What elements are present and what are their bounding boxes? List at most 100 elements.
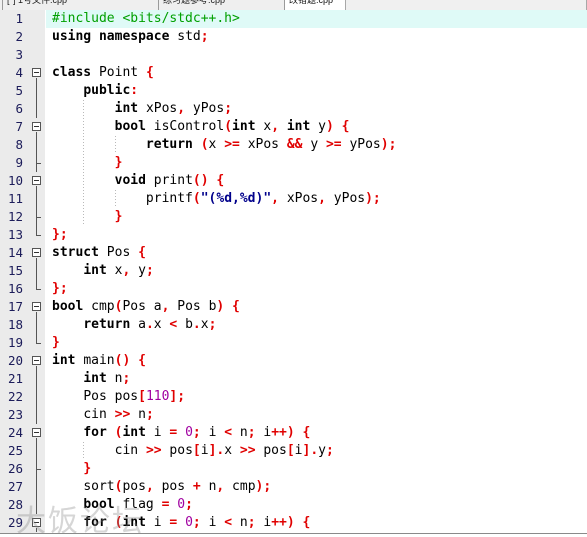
code-text[interactable]: Pos pos[110]; bbox=[46, 388, 587, 406]
code-line[interactable]: 27 sort(pos, pos + n, cmp); bbox=[0, 478, 587, 496]
code-line[interactable]: 8 return (x >= xPos && y >= yPos); bbox=[0, 136, 587, 154]
fold-line bbox=[36, 478, 37, 496]
editor-tab-1[interactable]: 练习题参考.cpp bbox=[158, 0, 288, 10]
fold-toggle-icon[interactable] bbox=[32, 302, 41, 311]
code-text[interactable]: public: bbox=[46, 82, 587, 100]
code-text[interactable]: bool cmp(Pos a, Pos b) { bbox=[46, 298, 587, 316]
code-text[interactable]: return (x >= xPos && y >= yPos); bbox=[46, 136, 587, 154]
line-number: 19 bbox=[7, 335, 23, 350]
line-number: 7 bbox=[15, 119, 23, 134]
code-text[interactable]: } bbox=[46, 208, 587, 226]
fold-toggle-icon[interactable] bbox=[32, 68, 41, 77]
code-line[interactable]: 26 } bbox=[0, 460, 587, 478]
fold-branch bbox=[36, 469, 41, 470]
code-text[interactable]: for (int i = 0; i < n; i++) { bbox=[46, 514, 587, 532]
code-text[interactable]: } bbox=[46, 460, 587, 478]
code-line[interactable]: 3 bbox=[0, 46, 587, 64]
fold-toggle-icon[interactable] bbox=[32, 428, 41, 437]
line-number: 8 bbox=[15, 137, 23, 152]
editor-tab-0[interactable]: [*] 1号文件.cpp bbox=[2, 0, 162, 10]
code-line[interactable]: 18 return a.x < b.x; bbox=[0, 316, 587, 334]
code-text[interactable]: bool isControl(int x, int y) { bbox=[46, 118, 587, 136]
code-text[interactable]: int xPos, yPos; bbox=[46, 100, 587, 118]
code-line[interactable]: 4 class Point { bbox=[0, 64, 587, 82]
editor-body[interactable]: 1 #include <bits/stdc++.h> 2 using namespac… bbox=[0, 10, 587, 533]
code-text[interactable]: void print() { bbox=[46, 172, 587, 190]
code-line[interactable]: 5 public: bbox=[0, 82, 587, 100]
code-text[interactable]: printf("(%d,%d)", xPos, yPos); bbox=[46, 190, 587, 208]
code-text[interactable]: int main() { bbox=[46, 352, 587, 370]
fold-toggle-icon[interactable] bbox=[32, 122, 41, 131]
code-line[interactable]: 10 void print() { bbox=[0, 172, 587, 190]
line-number: 1 bbox=[0, 10, 23, 28]
fold-line bbox=[36, 100, 37, 118]
code-text[interactable]: class Point { bbox=[46, 64, 587, 82]
code-line[interactable]: 15 int x, y; bbox=[0, 262, 587, 280]
code-editor-window: [*] 1号文件.cpp 练习题参考.cpp 改错题.cpp 1 #include… bbox=[0, 0, 587, 537]
fold-toggle-icon[interactable] bbox=[32, 356, 41, 365]
fold-line bbox=[36, 406, 37, 424]
code-text[interactable]: cin >> pos[i].x >> pos[i].y; bbox=[46, 442, 587, 460]
editor-bottom-border bbox=[0, 533, 587, 537]
code-text[interactable]: #include <bits/stdc++.h> bbox=[46, 10, 587, 28]
fold-line bbox=[36, 136, 37, 154]
code-text[interactable]: } bbox=[46, 334, 587, 352]
code-line[interactable]: 23 cin >> n; bbox=[0, 406, 587, 424]
code-text[interactable]: struct Pos { bbox=[46, 244, 587, 262]
code-line[interactable]: 25 cin >> pos[i].x >> pos[i].y; bbox=[0, 442, 587, 460]
fold-line bbox=[36, 190, 37, 208]
fold-line bbox=[36, 388, 37, 406]
fold-end bbox=[36, 226, 41, 236]
code-line[interactable]: 19} bbox=[0, 334, 587, 352]
line-number: 16 bbox=[7, 281, 23, 296]
code-line[interactable]: 7 bool isControl(int x, int y) { bbox=[0, 118, 587, 136]
editor-tab-strip: [*] 1号文件.cpp 练习题参考.cpp 改错题.cpp bbox=[0, 0, 587, 10]
code-line[interactable]: 14 struct Pos { bbox=[0, 244, 587, 262]
line-number: 6 bbox=[15, 101, 23, 116]
code-text[interactable]: int x, y; bbox=[46, 262, 587, 280]
code-line[interactable]: 1 #include <bits/stdc++.h> bbox=[0, 10, 587, 28]
line-number: 18 bbox=[7, 317, 23, 332]
code-text[interactable]: int n; bbox=[46, 370, 587, 388]
code-line[interactable]: 9 } bbox=[0, 154, 587, 172]
fold-line bbox=[36, 262, 37, 280]
code-line[interactable]: 17 bool cmp(Pos a, Pos b) { bbox=[0, 298, 587, 316]
code-text[interactable]: } bbox=[46, 154, 587, 172]
fold-toggle-icon[interactable] bbox=[32, 518, 41, 527]
code-line[interactable]: 21 int n; bbox=[0, 370, 587, 388]
fold-branch bbox=[36, 163, 41, 164]
code-line[interactable]: 6 int xPos, yPos; bbox=[0, 100, 587, 118]
code-text[interactable]: return a.x < b.x; bbox=[46, 316, 587, 334]
fold-line bbox=[36, 442, 37, 460]
code-line[interactable]: 16}; bbox=[0, 280, 587, 298]
code-line[interactable]: 28 bool flag = 0; bbox=[0, 496, 587, 514]
code-text[interactable]: cin >> n; bbox=[46, 406, 587, 424]
code-line[interactable]: 11 printf("(%d,%d)", xPos, yPos); bbox=[0, 190, 587, 208]
code-line[interactable]: 29 for (int i = 0; i < n; i++) { bbox=[0, 514, 587, 532]
code-text[interactable]: }; bbox=[46, 280, 587, 298]
code-text[interactable]: using namespace std; bbox=[46, 28, 587, 46]
fold-toggle-icon[interactable] bbox=[32, 248, 41, 257]
fold-toggle-icon[interactable] bbox=[32, 176, 41, 185]
code-line[interactable]: 20 int main() { bbox=[0, 352, 587, 370]
fold-line bbox=[36, 316, 37, 334]
line-number: 9 bbox=[15, 155, 23, 170]
editor-tab-overflow-panel bbox=[345, 0, 587, 10]
line-number: 25 bbox=[7, 443, 23, 458]
code-line[interactable]: 22 Pos pos[110]; bbox=[0, 388, 587, 406]
code-text[interactable]: }; bbox=[46, 226, 587, 244]
code-line[interactable]: 12 } bbox=[0, 208, 587, 226]
code-text[interactable]: for (int i = 0; i < n; i++) { bbox=[46, 424, 587, 442]
line-number: 17 bbox=[7, 299, 23, 314]
code-line[interactable]: 2 using namespace std; bbox=[0, 28, 587, 46]
code-lines[interactable]: 1 #include <bits/stdc++.h> 2 using namespac… bbox=[0, 10, 587, 532]
code-line[interactable]: 24 for (int i = 0; i < n; i++) { bbox=[0, 424, 587, 442]
code-line[interactable]: 13}; bbox=[0, 226, 587, 244]
fold-line bbox=[36, 82, 37, 100]
line-number: 12 bbox=[7, 209, 23, 224]
code-text[interactable]: sort(pos, pos + n, cmp); bbox=[46, 478, 587, 496]
code-text[interactable]: bool flag = 0; bbox=[46, 496, 587, 514]
line-number: 21 bbox=[7, 371, 23, 386]
fold-line bbox=[36, 528, 37, 532]
code-text[interactable] bbox=[46, 46, 587, 64]
